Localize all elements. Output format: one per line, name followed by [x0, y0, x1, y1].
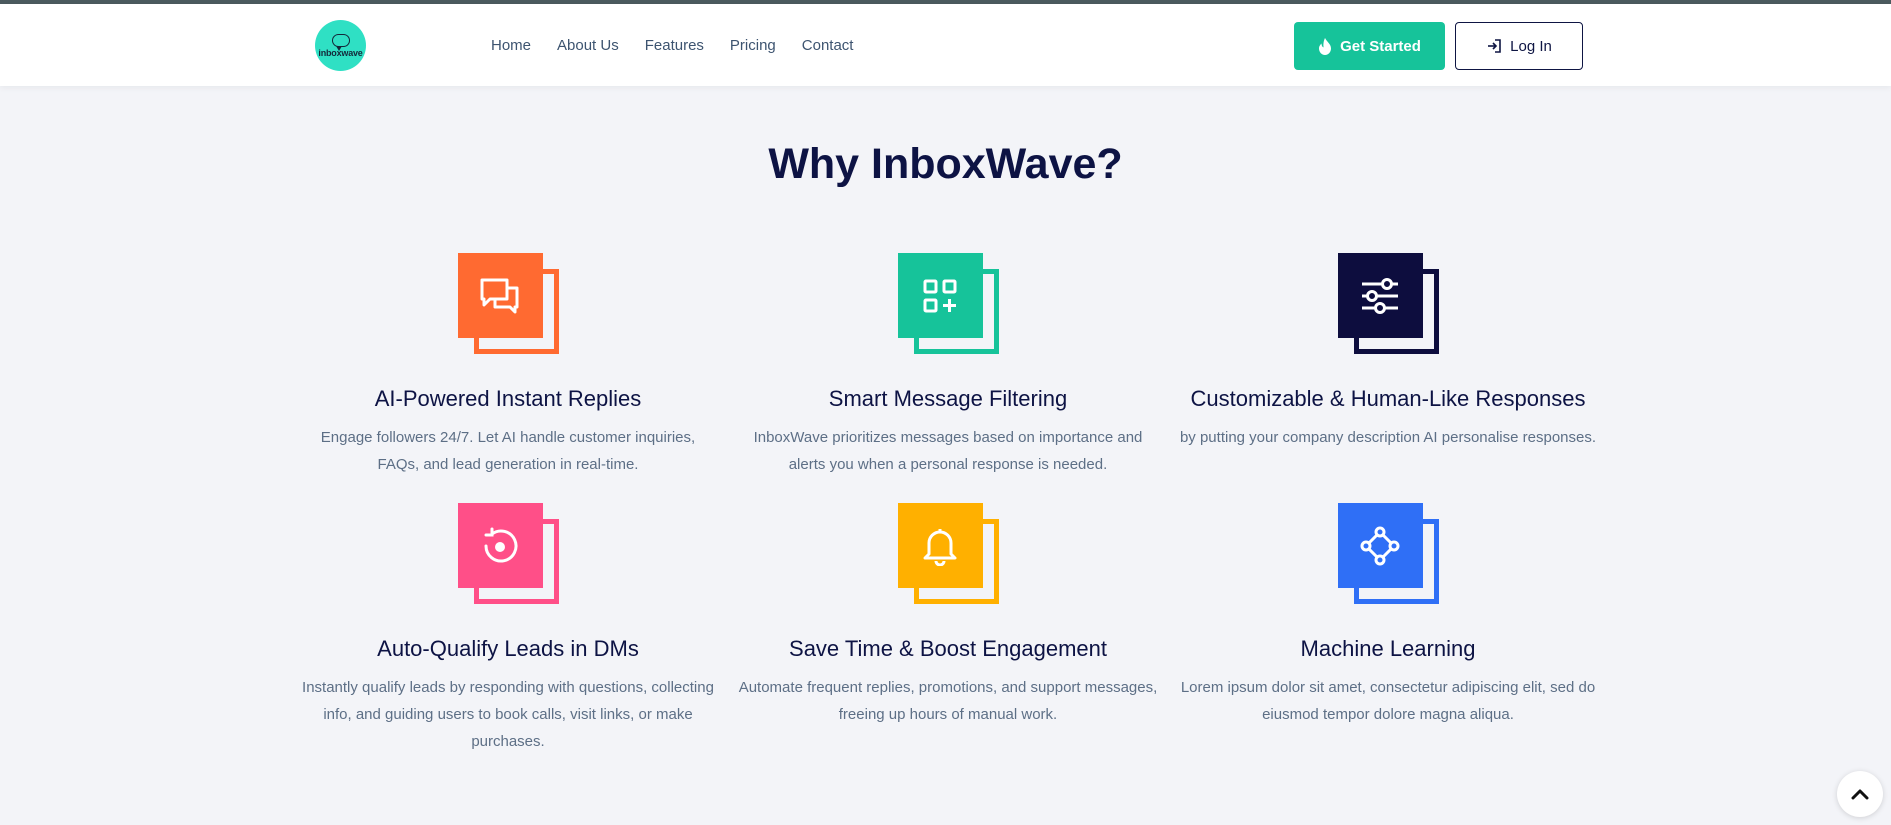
- get-started-label: Get Started: [1340, 37, 1421, 55]
- chevron-up-icon: [1851, 789, 1869, 800]
- feature-icon-box: [897, 253, 999, 354]
- feature-description: by putting your company description AI p…: [1179, 429, 1597, 446]
- scroll-to-top-button[interactable]: [1837, 771, 1883, 817]
- chat-bubbles-icon: [480, 278, 519, 313]
- apps-add-icon: [923, 279, 957, 312]
- bell-icon: [923, 528, 957, 566]
- sliders-icon: [1362, 277, 1398, 314]
- feature-description: Lorem ipsum dolor sit amet, consectetur …: [1180, 679, 1596, 723]
- feature-card-ai-replies: AI-Powered Instant Replies Engage follow…: [298, 253, 718, 478]
- nav-link-contact[interactable]: Contact: [802, 37, 854, 54]
- nodes-diamond-icon: [1360, 526, 1400, 565]
- feature-card-machine-learning: Machine Learning Lorem ipsum dolor sit a…: [1178, 503, 1598, 728]
- feature-description: Instantly qualify leads by responding wi…: [302, 679, 714, 750]
- login-icon: [1488, 39, 1501, 53]
- flame-icon: [1319, 37, 1332, 55]
- nav-link-home[interactable]: Home: [491, 37, 531, 54]
- nav-link-features[interactable]: Features: [645, 37, 704, 54]
- login-label: Log In: [1510, 37, 1552, 55]
- main-nav: Home About Us Features Pricing Contact: [491, 37, 853, 54]
- site-header: inboxwave Home About Us Features Pricing…: [0, 4, 1891, 86]
- section-title: Why InboxWave?: [768, 140, 1123, 188]
- brand-logo[interactable]: inboxwave: [315, 20, 366, 71]
- feature-title: Smart Message Filtering: [828, 386, 1068, 411]
- feature-icon-box: [897, 503, 999, 604]
- nav-link-about-us[interactable]: About Us: [557, 37, 619, 54]
- feature-icon-box: [1337, 253, 1439, 354]
- get-started-button[interactable]: Get Started: [1294, 22, 1445, 70]
- feature-icon-box: [457, 253, 559, 354]
- feature-card-custom-responses: Customizable & Human-Like Responses by p…: [1178, 253, 1598, 451]
- feature-description: InboxWave prioritizes messages based on …: [753, 429, 1143, 473]
- feature-card-save-time: Save Time & Boost Engagement Automate fr…: [738, 503, 1158, 728]
- feature-icon-box: [457, 503, 559, 604]
- feature-icon-box: [1337, 503, 1439, 604]
- feature-card-message-filtering: Smart Message Filtering InboxWave priori…: [738, 253, 1158, 478]
- chat-bubble-icon: [331, 33, 350, 51]
- feature-description: Automate frequent replies, promotions, a…: [738, 679, 1158, 723]
- rotate-target-icon: [484, 527, 518, 562]
- nav-link-pricing[interactable]: Pricing: [730, 37, 776, 54]
- feature-title: Machine Learning: [1300, 636, 1476, 661]
- feature-title: Save Time & Boost Engagement: [789, 636, 1107, 661]
- feature-title: Auto-Qualify Leads in DMs: [377, 636, 639, 661]
- login-button[interactable]: Log In: [1455, 22, 1583, 70]
- feature-description: Engage followers 24/7. Let AI handle cus…: [320, 429, 696, 473]
- feature-title: Customizable & Human-Like Responses: [1190, 386, 1586, 411]
- feature-card-qualify-leads: Auto-Qualify Leads in DMs Instantly qual…: [298, 503, 718, 755]
- feature-title: AI-Powered Instant Replies: [374, 386, 642, 411]
